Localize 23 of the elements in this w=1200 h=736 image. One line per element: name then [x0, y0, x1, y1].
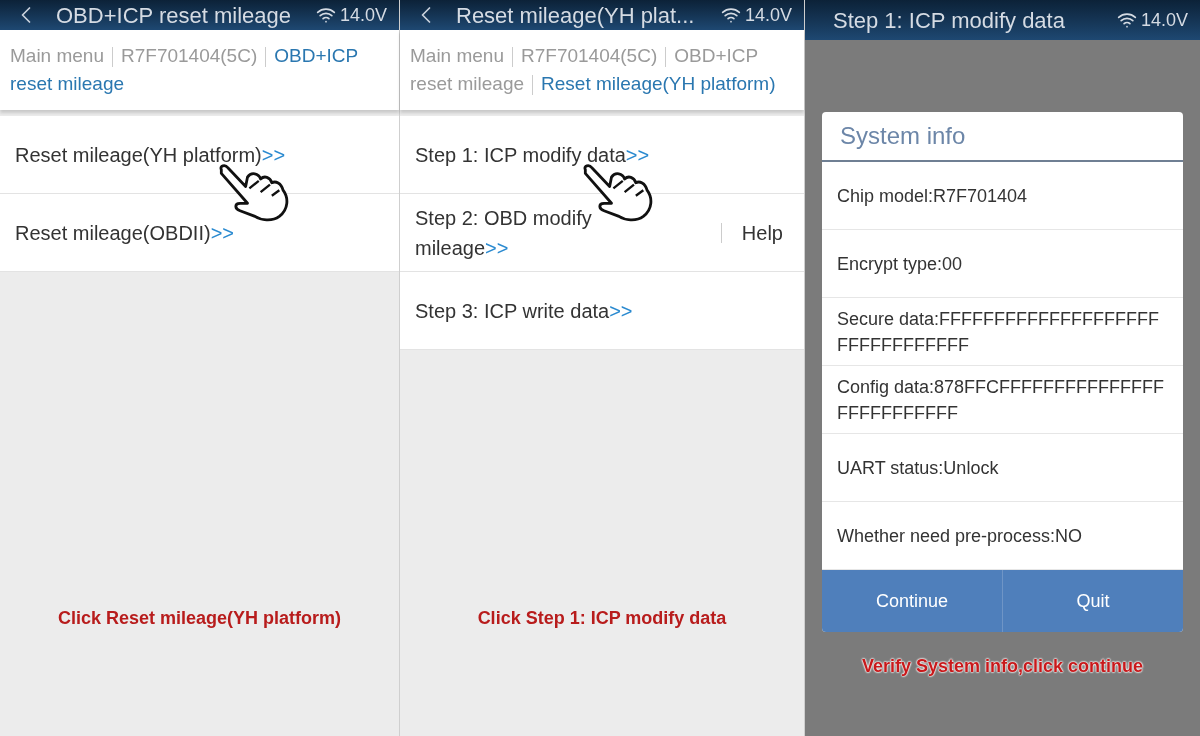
info-row-text: Whether need pre-process:NO — [837, 524, 1083, 548]
info-row-text: Secure data:FFFFFFFFFFFFFFFFFFFFFFFFFFFFFFFF — [837, 307, 1160, 357]
wifi-icon — [315, 5, 336, 25]
menu-item-label[interactable]: Step 2: OBD modify mileage>> — [415, 202, 655, 263]
dialog-button[interactable]: Quit — [1002, 570, 1183, 632]
help-link[interactable]: Help — [741, 217, 783, 248]
header-title: Reset mileage(YH plat... — [456, 1, 695, 30]
wifi-icon — [1116, 10, 1137, 30]
instruction-caption: Click Step 1: ICP modify data — [477, 607, 727, 630]
header-title: OBD+ICP reset mileage — [56, 1, 291, 30]
instruction-caption: Click Reset mileage(YH platform) — [57, 607, 342, 630]
info-row-text: Encrypt type:00 — [837, 252, 963, 276]
voltage-reading: 14.0V — [744, 3, 792, 27]
info-row-text: Chip model:R7F701404 — [837, 184, 1028, 208]
info-row-text: UART status:Unlock — [837, 456, 999, 480]
instruction-caption: Verify System info,click continue — [861, 655, 1144, 678]
voltage-reading: 14.0V — [339, 3, 387, 27]
info-row-text: Config data:878FFCFFFFFFFFFFFFFFFFFFFFFFFFFF — [837, 375, 1165, 425]
dialog-button[interactable]: Continue — [822, 570, 1002, 632]
wifi-icon — [720, 5, 741, 25]
voltage-reading: 14.0V — [1140, 8, 1188, 32]
header-title: Step 1: ICP modify data — [833, 6, 1065, 35]
dialog-title: System info — [822, 112, 1183, 162]
